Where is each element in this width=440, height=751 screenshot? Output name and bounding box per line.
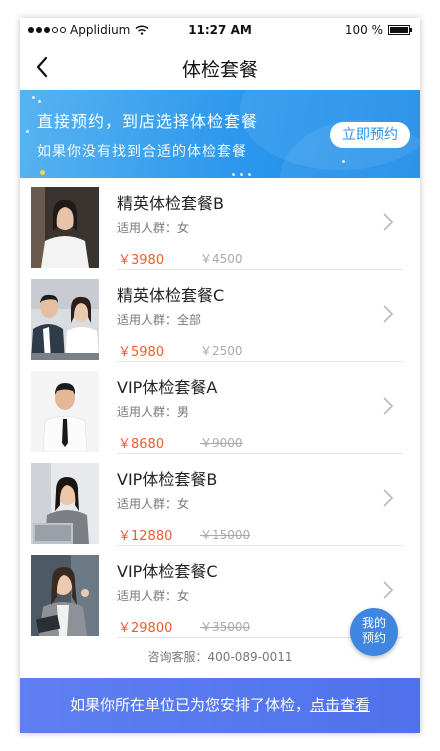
original-price: ￥2500 xyxy=(200,344,243,358)
my-appointments-line2: 预约 xyxy=(361,631,386,645)
battery-percent: 100 % xyxy=(344,23,383,37)
status-right: 100 % xyxy=(344,23,412,37)
package-price: ￥5980 xyxy=(118,345,165,360)
package-item[interactable]: VIP体检套餐B 适用人群：女 ￥12880 ￥15000 xyxy=(20,454,420,546)
package-price: ￥29800 xyxy=(118,621,173,636)
package-name: 精英体检套餐C xyxy=(117,286,225,305)
package-price: ￥8680 xyxy=(118,437,165,452)
phone-screen: Applidium 11:27 AM 100 % 体检套餐 直接预约，到店选择体… xyxy=(20,18,420,733)
package-name: VIP体检套餐C xyxy=(117,562,218,581)
my-appointments-line1: 我的 xyxy=(361,616,386,630)
banner-headline: 直接预约，到店选择体检套餐 xyxy=(37,112,259,131)
battery-icon xyxy=(388,25,412,35)
package-item[interactable]: 精英体检套餐C 适用人群：全部 ￥5980 ￥2500 xyxy=(20,270,420,362)
chevron-right-icon xyxy=(383,213,394,231)
chevron-right-icon xyxy=(383,581,394,599)
package-photo xyxy=(31,463,99,544)
page-title: 体检套餐 xyxy=(181,59,258,81)
nav-bar: 体检套餐 xyxy=(20,44,420,90)
package-item[interactable]: 精英体检套餐B 适用人群：女 ￥3980 ￥4500 xyxy=(20,178,420,270)
package-item[interactable]: VIP体检套餐A 适用人群：男 ￥8680 ￥9000 xyxy=(20,362,420,454)
chevron-right-icon xyxy=(383,489,394,507)
original-price: ￥4500 xyxy=(200,252,243,266)
booking-banner: 直接预约，到店选择体检套餐 如果你没有找到合适的体检套餐 立即预约 xyxy=(20,90,420,178)
audience-info: 适用人群：全部 xyxy=(117,313,202,327)
original-price: ￥15000 xyxy=(200,528,251,542)
package-name: 精英体检套餐B xyxy=(117,194,224,213)
package-photo xyxy=(31,555,99,636)
banner-subline: 如果你没有找到合适的体检套餐 xyxy=(37,144,247,160)
audience-info: 适用人群：女 xyxy=(117,497,190,511)
view-details-link[interactable]: 点击查看 xyxy=(310,696,370,714)
package-photo xyxy=(31,279,99,360)
original-price: ￥35000 xyxy=(200,620,251,634)
package-price: ￥12880 xyxy=(118,529,173,544)
chevron-right-icon xyxy=(383,397,394,415)
audience-info: 适用人群：男 xyxy=(117,405,190,419)
package-price: ￥3980 xyxy=(118,253,165,268)
package-list: 精英体检套餐B 适用人群：女 ￥3980 ￥4500 精英体检套餐C 适用人群：… xyxy=(20,178,420,638)
package-name: VIP体检套餐A xyxy=(117,378,218,397)
my-appointments-button[interactable]: 我的 预约 xyxy=(350,608,398,656)
original-price: ￥9000 xyxy=(200,436,243,450)
chevron-right-icon xyxy=(383,305,394,323)
employer-checkup-text: 如果你所在单位已为您安排了体检， xyxy=(69,696,310,714)
status-bar: Applidium 11:27 AM 100 % xyxy=(20,18,420,44)
audience-info: 适用人群：女 xyxy=(117,589,190,603)
package-name: VIP体检套餐B xyxy=(117,470,218,489)
book-now-button[interactable]: 立即预约 xyxy=(330,122,410,148)
employer-checkup-bar: 如果你所在单位已为您安排了体检，点击查看 xyxy=(20,678,420,733)
audience-info: 适用人群：女 xyxy=(117,221,190,235)
package-photo xyxy=(31,371,99,452)
package-photo xyxy=(31,187,99,268)
